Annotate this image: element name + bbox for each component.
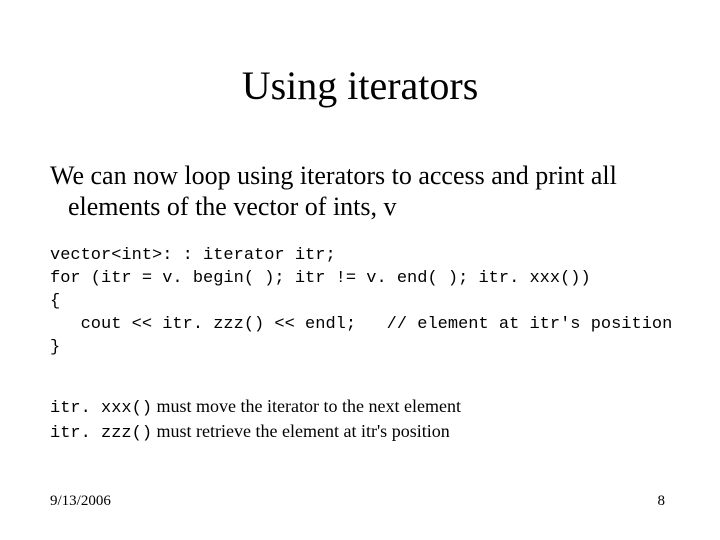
footer-page-number: 8 bbox=[658, 493, 666, 510]
code-line-1: vector<int>: : iterator itr; bbox=[50, 246, 336, 265]
note-code-2: itr. zzz() bbox=[50, 424, 152, 443]
code-line-3: { bbox=[50, 292, 60, 311]
note-code-1: itr. xxx() bbox=[50, 399, 152, 418]
body-paragraph: We can now loop using iterators to acces… bbox=[50, 160, 670, 222]
notes-block: itr. xxx() must move the iterator to the… bbox=[50, 395, 670, 445]
note-text-1: must move the iterator to the next eleme… bbox=[152, 396, 461, 416]
body-text: We can now loop using iterators to acces… bbox=[50, 160, 670, 222]
footer-date: 9/13/2006 bbox=[50, 493, 111, 510]
slide: Using iterators We can now loop using it… bbox=[0, 0, 720, 540]
note-text-2: must retrieve the element at itr's posit… bbox=[152, 421, 450, 441]
slide-title: Using iterators bbox=[0, 62, 720, 109]
code-line-5: } bbox=[50, 338, 60, 357]
note-line-1: itr. xxx() must move the iterator to the… bbox=[50, 395, 670, 420]
code-block: vector<int>: : iterator itr; for (itr = … bbox=[50, 245, 690, 360]
code-line-2: for (itr = v. begin( ); itr != v. end( )… bbox=[50, 269, 591, 288]
code-line-4: cout << itr. zzz() << endl; // element a… bbox=[50, 315, 672, 334]
note-line-2: itr. zzz() must retrieve the element at … bbox=[50, 420, 670, 445]
